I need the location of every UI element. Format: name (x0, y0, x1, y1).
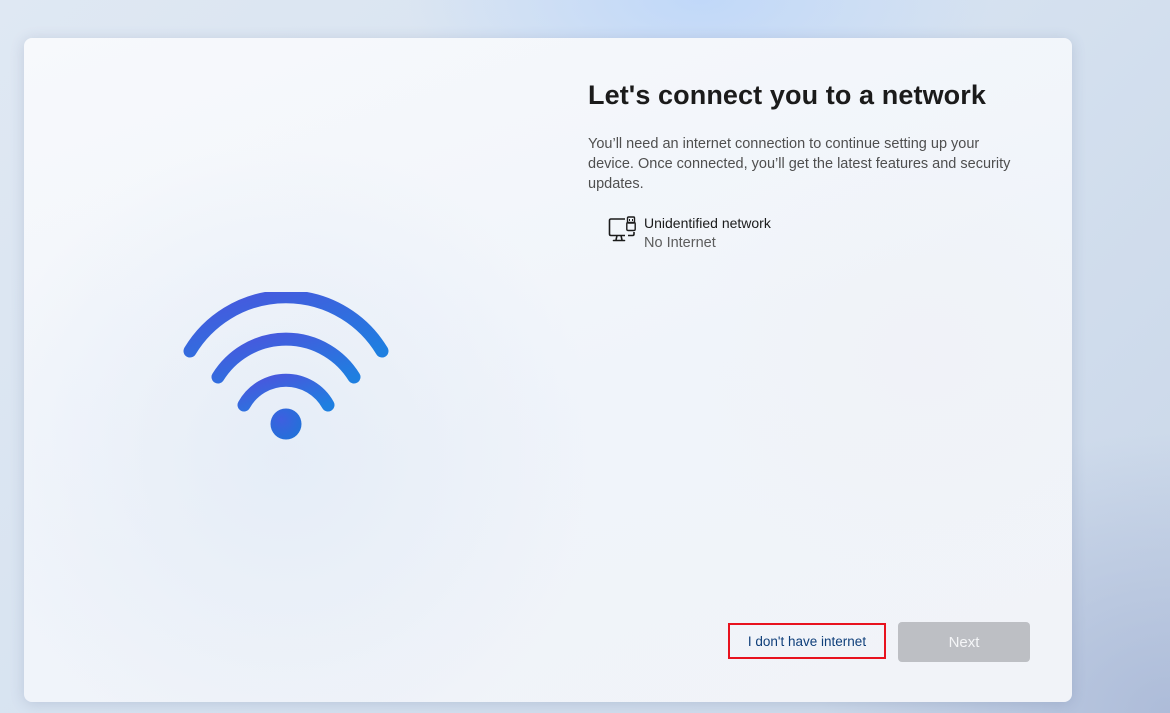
content-panel: Let's connect you to a network You’ll ne… (588, 78, 1038, 251)
page-description: You’ll need an internet connection to co… (588, 136, 1011, 192)
next-button[interactable]: Next (898, 622, 1030, 662)
wifi-icon (183, 292, 389, 440)
network-list-item[interactable]: Unidentified network No Internet (608, 214, 771, 254)
network-name: Unidentified network (644, 215, 771, 231)
network-text: Unidentified network No Internet (644, 214, 771, 254)
network-status: No Internet (644, 235, 716, 251)
ethernet-pc-icon (608, 216, 636, 242)
page-title: Let's connect you to a network (588, 80, 986, 110)
no-internet-button[interactable]: I don't have internet (728, 623, 886, 659)
setup-dialog: Let's connect you to a network You’ll ne… (24, 38, 1072, 702)
